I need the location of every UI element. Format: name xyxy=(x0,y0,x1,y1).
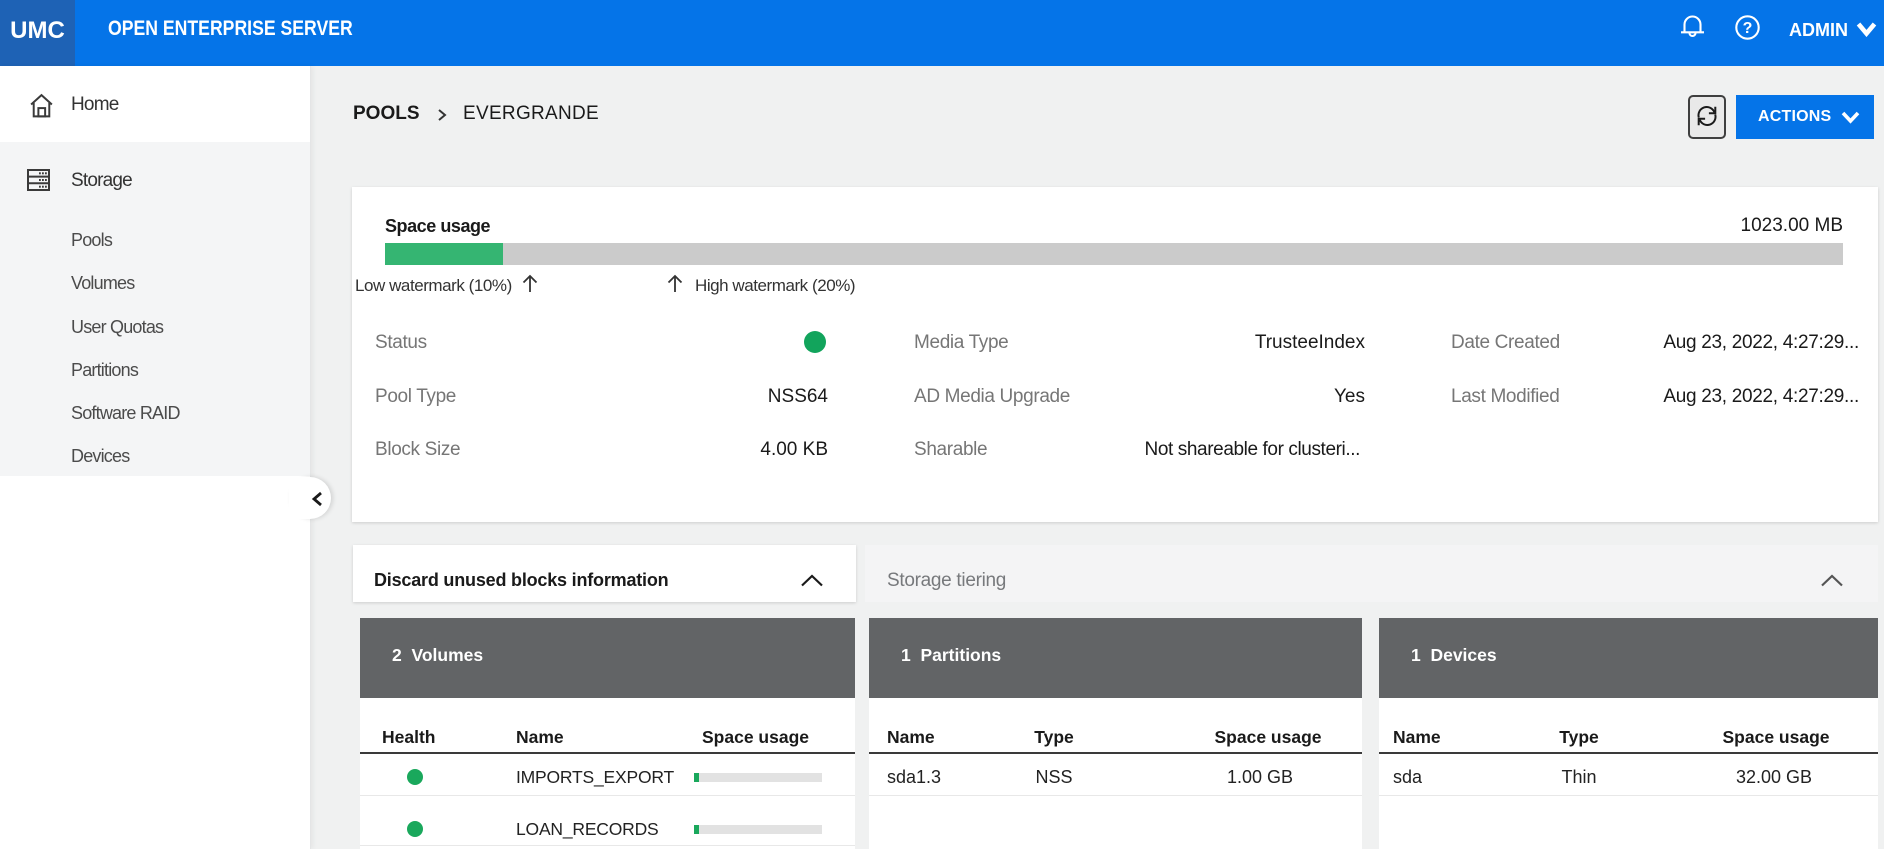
svg-text:?: ? xyxy=(1743,20,1753,37)
